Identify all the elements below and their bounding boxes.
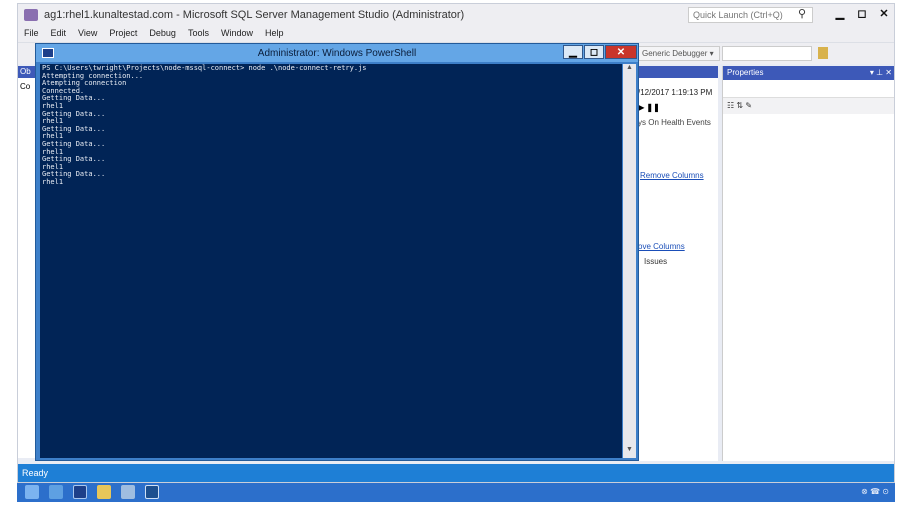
- pane-controls-icon[interactable]: ▾ ⊥ ✕: [870, 68, 892, 77]
- remove-columns-link-2[interactable]: ove Columns: [636, 180, 718, 251]
- toolbar-icon[interactable]: [818, 47, 828, 59]
- categorized-icon[interactable]: ☷: [727, 101, 734, 110]
- issues-label: Issues: [644, 257, 668, 266]
- properties-pane: Properties ▾ ⊥ ✕ ☷ ⇅ ✎: [722, 66, 894, 461]
- menu-edit[interactable]: Edit: [45, 26, 73, 38]
- menu-project[interactable]: Project: [103, 26, 143, 38]
- health-events-label: ys On Health Events: [638, 118, 711, 127]
- pause-button[interactable]: ▶ ❚❚: [636, 97, 718, 112]
- console-line: Getting Data...: [42, 139, 106, 148]
- property-pages-icon[interactable]: ✎: [745, 101, 752, 110]
- maximize-icon[interactable]: ◻: [852, 7, 872, 23]
- menu-tools[interactable]: Tools: [182, 26, 215, 38]
- powershell-titlebar: Administrator: Windows PowerShell ▁ ◻ ✕: [36, 44, 638, 62]
- scroll-up-icon[interactable]: ▲: [623, 64, 636, 76]
- menu-help[interactable]: Help: [259, 26, 290, 38]
- close-icon[interactable]: ✕: [874, 7, 894, 23]
- ssms-titlebar: ag1:rhel1.kunaltestad.com - Microsoft SQ…: [18, 4, 894, 26]
- properties-object-select[interactable]: [723, 80, 894, 98]
- taskbar: ⊗ ☎ ⊙: [17, 483, 895, 502]
- console-output: PS C:\Users\twright\Projects\node-mssql-…: [42, 64, 367, 187]
- file-explorer-icon[interactable]: [97, 485, 111, 499]
- quick-launch-input[interactable]: Quick Launch (Ctrl+Q): [688, 7, 813, 23]
- menubar: File Edit View Project Debug Tools Window Help: [18, 26, 894, 42]
- powershell-icon[interactable]: [73, 485, 87, 499]
- powershell-title: Administrator: Windows PowerShell: [257, 48, 417, 59]
- console-line: Getting Data...: [42, 109, 106, 118]
- console-line: Getting Data...: [42, 124, 106, 133]
- minimize-icon[interactable]: ▁: [830, 7, 850, 23]
- status-bar: Ready: [18, 464, 894, 482]
- menu-debug[interactable]: Debug: [143, 26, 182, 38]
- alphabetical-icon[interactable]: ⇅: [736, 101, 743, 110]
- debugger-select[interactable]: Generic Debugger ▾: [638, 46, 720, 61]
- ps-maximize-button[interactable]: ◻: [584, 45, 604, 59]
- search-icon[interactable]: ⚲: [798, 7, 806, 20]
- ssms-app-icon: [24, 9, 38, 21]
- ssms-window-title: ag1:rhel1.kunaltestad.com - Microsoft SQ…: [44, 9, 465, 21]
- console-line: Getting Data...: [42, 170, 106, 179]
- menu-file[interactable]: File: [18, 26, 45, 38]
- properties-header: Properties ▾ ⊥ ✕: [723, 66, 894, 80]
- menu-window[interactable]: Window: [215, 26, 259, 38]
- console-scrollbar[interactable]: ▲ ▼: [623, 64, 636, 458]
- ps-minimize-button[interactable]: ▁: [563, 45, 583, 59]
- powershell-console[interactable]: PS C:\Users\twright\Projects\node-mssql-…: [40, 64, 622, 458]
- menu-view[interactable]: View: [72, 26, 103, 38]
- ssms-task-icon[interactable]: [121, 485, 135, 499]
- server-manager-icon[interactable]: [49, 485, 63, 499]
- tool-icon[interactable]: [145, 485, 159, 499]
- console-line: Getting Data...: [42, 94, 106, 103]
- ps-close-button[interactable]: ✕: [605, 45, 637, 59]
- remove-columns-link[interactable]: Remove Columns: [636, 127, 718, 180]
- document-area: /12/2017 1:19:13 PM ▶ ❚❚ ys On Health Ev…: [636, 66, 718, 461]
- debugger-label: Generic Debugger: [642, 49, 708, 58]
- document-tab-strip: [636, 66, 718, 78]
- system-tray[interactable]: ⊗ ☎ ⊙: [861, 487, 889, 496]
- console-line: Getting Data...: [42, 155, 106, 164]
- properties-title: Properties: [727, 68, 764, 77]
- powershell-window: Administrator: Windows PowerShell ▁ ◻ ✕ …: [35, 43, 639, 461]
- start-icon[interactable]: [25, 485, 39, 499]
- timestamp-text: /12/2017 1:19:13 PM: [638, 88, 713, 97]
- toolbar-combo[interactable]: [722, 46, 812, 61]
- console-line: rhel1: [42, 177, 64, 186]
- console-line: Atempting connection: [42, 79, 127, 88]
- properties-toolbar: ☷ ⇅ ✎: [723, 98, 894, 114]
- scroll-down-icon[interactable]: ▼: [623, 446, 636, 458]
